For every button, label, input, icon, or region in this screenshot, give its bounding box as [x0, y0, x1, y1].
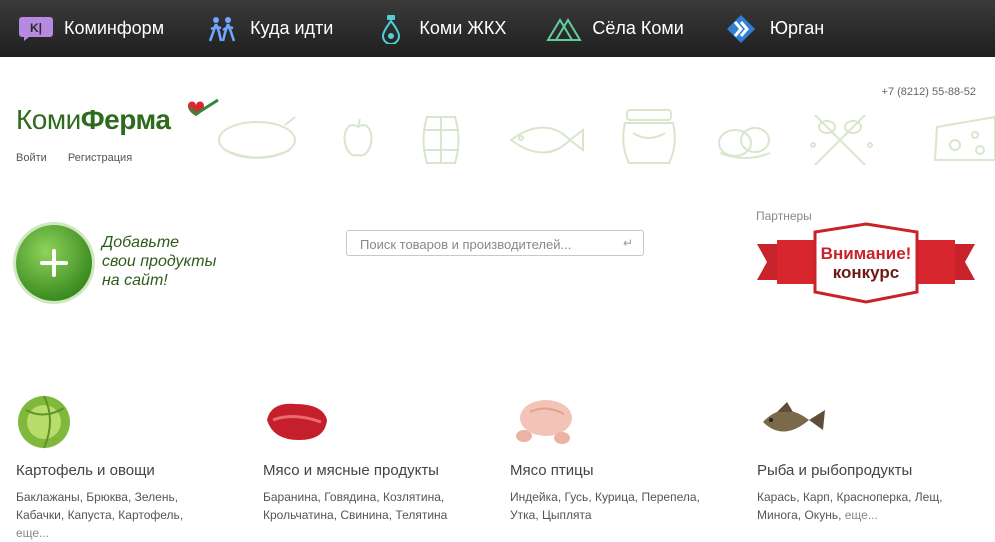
category-meat: Мясо и мясные продукты Баранина, Говядин…: [263, 390, 498, 522]
category-items: Карась, Карп, Красноперка, Лещ, Минога, …: [757, 490, 943, 522]
category-item-link[interactable]: Цыплята: [542, 508, 592, 522]
category-item-link[interactable]: Капуста: [68, 508, 112, 522]
category-item-link[interactable]: Карась: [757, 490, 796, 504]
farm-products-decoration: [218, 109, 995, 166]
add-text-line: свои продукты: [102, 253, 217, 270]
roast-chicken-icon: [218, 116, 296, 159]
category-item-link[interactable]: Козлятина: [383, 490, 441, 504]
category-items: Баклажаны, Брюква, Зелень, Кабачки, Капу…: [16, 490, 184, 540]
register-link[interactable]: Регистрация: [68, 152, 132, 164]
honey-jar-icon: [622, 109, 676, 164]
logo-text-ferma: Ферма: [80, 104, 171, 135]
add-text-line: на сайт!: [102, 272, 168, 289]
category-item-link[interactable]: Утка: [510, 508, 535, 522]
contest-banner[interactable]: Внимание! конкурс: [757, 222, 975, 304]
more-link[interactable]: еще...: [845, 508, 878, 522]
topnav-label: Коми ЖКХ: [419, 18, 507, 38]
topnav-label: Куда идти: [250, 18, 334, 38]
barrel-icon: [422, 116, 460, 164]
topnav-yurgan[interactable]: Юрган: [724, 14, 824, 44]
meat-image[interactable]: [263, 390, 333, 450]
kominform-logo-icon: K|: [18, 14, 54, 44]
category-item-link[interactable]: Картофель: [118, 508, 180, 522]
topnav-sela-komi[interactable]: Сёла Коми: [546, 14, 684, 44]
search-input[interactable]: [358, 231, 622, 257]
topnav-label: Коминформ: [64, 18, 165, 38]
add-product-button[interactable]: [16, 225, 92, 301]
eggs-icon: [718, 127, 771, 159]
logo-text-komi: Коми: [16, 104, 81, 135]
topnav-label: Сёла Коми: [592, 18, 684, 38]
top-nav: K| Коминформ Куда идти Коми ЖКХ Сёла Ком…: [0, 0, 846, 57]
honey-dipper-icon: [810, 114, 873, 166]
topnav-komi-zhkh[interactable]: Коми ЖКХ: [373, 14, 506, 44]
category-vegetables: Картофель и овощи Баклажаны, Брюква, Зел…: [16, 390, 251, 540]
fish-icon: [509, 126, 584, 154]
category-item-link[interactable]: Индейка: [510, 490, 558, 504]
category-item-link[interactable]: Говядина: [324, 490, 376, 504]
category-item-link[interactable]: Перепела: [641, 490, 696, 504]
fish-image[interactable]: [757, 390, 827, 450]
auth-links: Войти Регистрация: [16, 152, 150, 164]
category-item-link[interactable]: Телятина: [395, 508, 447, 522]
banner-line2: конкурс: [833, 263, 900, 282]
category-title[interactable]: Картофель и овощи: [16, 462, 155, 479]
category-item-link[interactable]: Баклажаны: [16, 490, 80, 504]
category-title[interactable]: Рыба и рыбопродукты: [757, 462, 912, 479]
category-item-link[interactable]: Минога: [757, 508, 798, 522]
login-link[interactable]: Войти: [16, 152, 47, 164]
chicken-image[interactable]: [510, 390, 580, 450]
category-items: Баранина, Говядина, Козлятина, Крольчати…: [263, 490, 448, 522]
category-item-link[interactable]: Красноперка: [836, 490, 908, 504]
category-items: Индейка, Гусь, Курица, Перепела, Утка, Ц…: [510, 490, 700, 522]
category-poultry: Мясо птицы Индейка, Гусь, Курица, Перепе…: [510, 390, 745, 522]
banner-line1: Внимание!: [821, 244, 912, 263]
category-item-link[interactable]: Кабачки: [16, 508, 61, 522]
faucet-drop-icon: [373, 14, 409, 44]
category-title[interactable]: Мясо птицы: [510, 462, 594, 479]
partners-label: Партнеры: [756, 209, 812, 223]
people-walking-icon: [204, 14, 240, 44]
tent-village-icon: [546, 14, 583, 44]
phone-number: +7 (8212) 55-88-52: [881, 86, 976, 98]
category-item-link[interactable]: Крольчатина: [263, 508, 334, 522]
more-link[interactable]: еще...: [16, 526, 49, 540]
chevrons-right-icon: [724, 14, 760, 44]
cheese-icon: [933, 115, 995, 161]
top-navigation-bar: K| Коминформ Куда идти Коми ЖКХ Сёла Ком…: [0, 0, 995, 57]
add-product-link[interactable]: Добавьте свои продукты на сайт!: [102, 233, 242, 290]
apple-icon: [343, 118, 373, 157]
category-item-link[interactable]: Лещ: [915, 490, 939, 504]
category-item-link[interactable]: Карп: [803, 490, 830, 504]
category-fish: Рыба и рыбопродукты Карась, Карп, Красно…: [757, 390, 992, 522]
search-box: ↵: [346, 230, 644, 257]
enter-key-icon[interactable]: ↵: [623, 236, 633, 250]
category-item-link[interactable]: Зелень: [135, 490, 175, 504]
cabbage-image[interactable]: [16, 390, 86, 450]
category-item-link[interactable]: Окунь: [804, 508, 838, 522]
topnav-kuda-idti[interactable]: Куда идти: [204, 14, 333, 44]
category-item-link[interactable]: Свинина: [340, 508, 388, 522]
category-item-link[interactable]: Баранина: [263, 490, 318, 504]
category-item-link[interactable]: Курица: [595, 490, 635, 504]
topnav-kominform[interactable]: K| Коминформ: [18, 14, 164, 44]
add-text-line: Добавьте: [102, 234, 180, 251]
category-item-link[interactable]: Гусь: [565, 490, 589, 504]
site-logo[interactable]: КомиФерма: [16, 98, 219, 136]
svg-text:K|: K|: [30, 21, 42, 35]
category-item-link[interactable]: Брюква: [86, 490, 128, 504]
topnav-label: Юрган: [769, 18, 825, 38]
category-title[interactable]: Мясо и мясные продукты: [263, 462, 439, 479]
